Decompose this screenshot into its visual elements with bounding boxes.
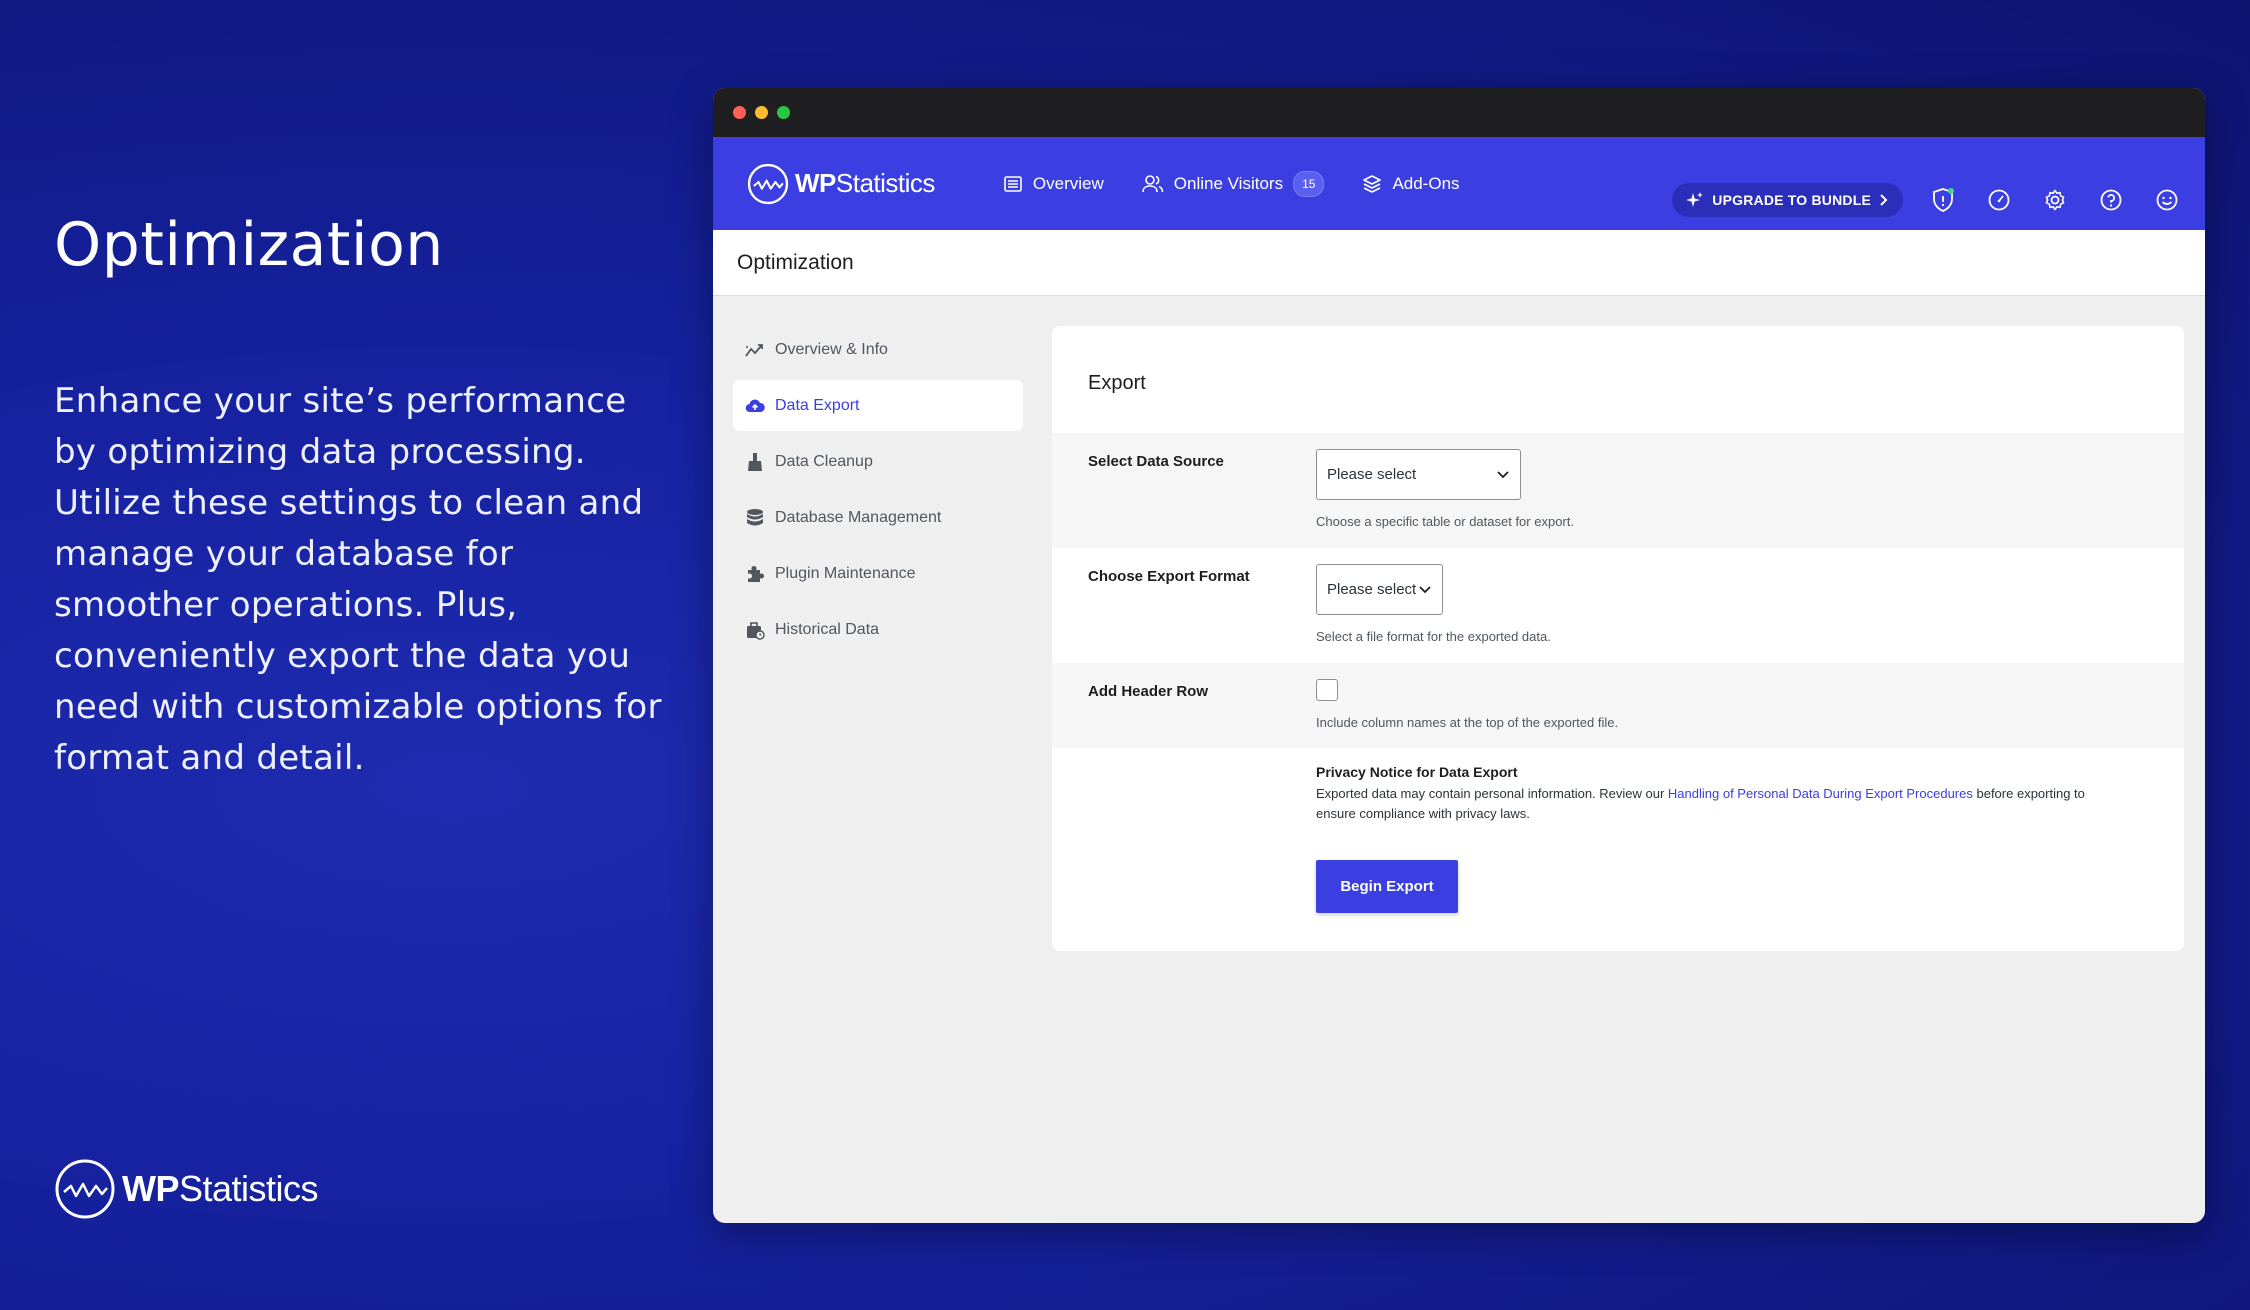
nav-overview[interactable]: Overview xyxy=(1003,174,1104,194)
window-titlebar xyxy=(713,88,2205,137)
brand-name: WPStatistics xyxy=(122,1168,319,1209)
sidebar-item-label: Plugin Maintenance xyxy=(775,564,916,582)
nav-online-visitors[interactable]: Online Visitors 15 xyxy=(1141,170,1325,197)
content-area: Overview & Info Data Export Data Cleanup xyxy=(713,296,2205,1222)
privacy-notice-text: Exported data may contain personal infor… xyxy=(1316,786,2085,821)
export-format-row: Choose Export Format Please select Selec… xyxy=(1052,548,2184,663)
app-logo-text: WPStatistics xyxy=(795,168,935,198)
export-card: Export Select Data Source Please select … xyxy=(1052,326,2184,951)
sidebar-item-label: Data Export xyxy=(775,396,860,414)
page-title: Optimization xyxy=(713,230,2205,296)
sidebar-item-data-cleanup[interactable]: Data Cleanup xyxy=(733,436,1023,487)
sidebar-item-label: Database Management xyxy=(775,508,942,526)
header-row-hint: Include column names at the top of the e… xyxy=(1316,715,1619,730)
export-format-select-value: Please select xyxy=(1327,581,1417,598)
export-format-field: Please select Select a file format for t… xyxy=(1316,548,1551,663)
chevron-down-icon xyxy=(1419,585,1431,593)
nav-overview-label: Overview xyxy=(1032,173,1104,193)
sidebar-item-data-export[interactable]: Data Export xyxy=(733,380,1023,431)
sidebar-item-historical-data[interactable]: Historical Data xyxy=(733,604,1023,655)
data-source-field: Please select Choose a specific table or… xyxy=(1316,433,1574,548)
sidebar-item-label: Historical Data xyxy=(775,620,880,638)
nav-addons[interactable]: Add-Ons xyxy=(1362,173,1460,194)
privacy-policy-link[interactable]: Handling of Personal Data During Export … xyxy=(1668,786,1973,801)
wpstatistics-logo-icon xyxy=(747,163,789,204)
nav-addons-label: Add-Ons xyxy=(1392,173,1460,193)
optimization-sidebar: Overview & Info Data Export Data Cleanup xyxy=(733,324,1023,660)
settings-button[interactable] xyxy=(2039,184,2071,216)
speedometer-icon xyxy=(1988,189,2010,211)
header-row-label: Add Header Row xyxy=(1088,683,1209,700)
privacy-shield-button[interactable] xyxy=(1927,184,1959,216)
sidebar-item-label: Overview & Info xyxy=(775,340,888,358)
sidebar-item-overview-info[interactable]: Overview & Info xyxy=(733,324,1023,375)
begin-export-button[interactable]: Begin Export xyxy=(1316,860,1458,913)
promo-title: Optimization xyxy=(54,210,444,280)
promo-text: Enhance your site’s performance by optim… xyxy=(54,381,662,778)
app-logo[interactable]: WPStatistics xyxy=(747,163,935,205)
trend-chart-icon xyxy=(745,343,763,357)
smiley-icon xyxy=(2156,189,2178,211)
brand-logo-bottom: WPStatistics xyxy=(54,1158,319,1220)
export-format-hint: Select a file format for the exported da… xyxy=(1316,629,1551,644)
nav-online-visitors-label: Online Visitors xyxy=(1173,173,1284,193)
sparkle-icon xyxy=(1686,192,1704,207)
data-source-select[interactable]: Please select xyxy=(1316,449,1521,500)
users-icon xyxy=(1141,174,1164,192)
close-window-button[interactable] xyxy=(733,106,746,119)
cloud-upload-icon xyxy=(745,399,765,412)
data-source-row: Select Data Source Please select Choose … xyxy=(1052,433,2184,548)
sidebar-item-database-management[interactable]: Database Management xyxy=(733,492,1023,543)
export-card-title: Export xyxy=(1088,372,1146,394)
nav-links: Overview Online Visitors 15 Add-Ons xyxy=(1003,170,1460,197)
puzzle-icon xyxy=(748,565,764,582)
sidebar-item-plugin-maintenance[interactable]: Plugin Maintenance xyxy=(733,548,1023,599)
feedback-button[interactable] xyxy=(2151,184,2183,216)
app-window: WPStatistics Overview Online Visitors 15… xyxy=(713,88,2205,1223)
performance-button[interactable] xyxy=(1983,184,2015,216)
export-format-label: Choose Export Format xyxy=(1088,568,1250,585)
data-source-hint: Choose a specific table or dataset for e… xyxy=(1316,514,1574,529)
privacy-notice: Privacy Notice for Data Export Exported … xyxy=(1316,748,2116,913)
nav-right-actions: UPGRADE TO BUNDLE xyxy=(1672,183,2183,217)
broom-icon xyxy=(748,452,762,471)
privacy-row: Privacy Notice for Data Export Exported … xyxy=(1052,748,2184,913)
shield-icon xyxy=(1933,188,1954,212)
header-row-row: Add Header Row Include column names at t… xyxy=(1052,663,2184,748)
header-row-checkbox[interactable] xyxy=(1316,679,1338,701)
help-button[interactable] xyxy=(2095,184,2127,216)
help-circle-icon xyxy=(2100,189,2122,211)
briefcase-clock-icon xyxy=(747,621,765,640)
wpstatistics-logo-icon xyxy=(55,1159,115,1219)
gear-icon xyxy=(2045,189,2065,211)
top-navigation: WPStatistics Overview Online Visitors 15… xyxy=(713,137,2205,230)
export-format-select[interactable]: Please select xyxy=(1316,564,1443,615)
online-visitors-count-badge: 15 xyxy=(1293,170,1325,197)
list-icon xyxy=(1004,175,1022,192)
upgrade-label: UPGRADE TO BUNDLE xyxy=(1712,192,1871,208)
data-source-label: Select Data Source xyxy=(1088,453,1224,470)
data-source-select-value: Please select xyxy=(1327,466,1417,483)
upgrade-to-bundle-button[interactable]: UPGRADE TO BUNDLE xyxy=(1672,183,1903,217)
sidebar-item-label: Data Cleanup xyxy=(775,452,873,470)
maximize-window-button[interactable] xyxy=(777,106,790,119)
chevron-right-icon xyxy=(1880,194,1888,206)
privacy-notice-title: Privacy Notice for Data Export xyxy=(1316,764,1518,780)
header-row-field: Include column names at the top of the e… xyxy=(1316,663,1618,748)
chevron-down-icon xyxy=(1497,470,1509,478)
minimize-window-button[interactable] xyxy=(755,106,768,119)
layers-icon xyxy=(1363,174,1382,193)
database-icon xyxy=(747,508,763,525)
